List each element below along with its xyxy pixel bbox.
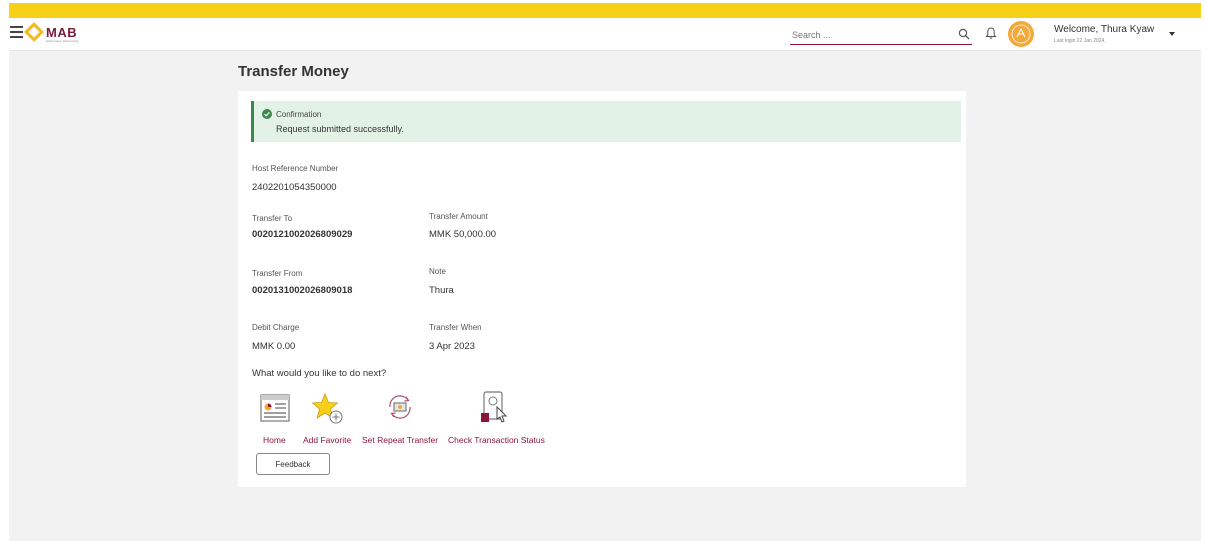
caret-down-icon[interactable] [1169, 32, 1175, 36]
transfer-when-label: Transfer When [429, 323, 482, 332]
avatar[interactable] [1008, 21, 1034, 47]
search-box [790, 25, 972, 45]
repeat-transfer-icon[interactable] [386, 393, 414, 421]
logo[interactable]: MAB better ways, better living [24, 22, 91, 45]
bell-icon[interactable] [984, 26, 998, 40]
search-icon[interactable] [958, 28, 970, 40]
star-add-icon[interactable] [311, 392, 343, 424]
logo-tagline: better ways, better living [46, 39, 79, 43]
search-input[interactable] [790, 26, 942, 44]
host-ref-value: 2402201054350000 [252, 182, 337, 193]
transfer-when-value: 3 Apr 2023 [429, 341, 475, 352]
avatar-emblem-icon [1011, 24, 1031, 44]
transfer-from-value: 0020131002026809018 [252, 285, 353, 296]
debit-charge-label: Debit Charge [252, 323, 300, 332]
host-ref-label: Host Reference Number [252, 164, 339, 173]
next-actions-title: What would you like to do next? [252, 368, 387, 379]
home-dashboard-icon[interactable] [260, 394, 290, 422]
transfer-amount-label: Transfer Amount [429, 212, 488, 221]
action-repeat-transfer-label[interactable]: Set Repeat Transfer [362, 435, 438, 445]
last-login-text: Last login 22 Jan 2024, [1054, 38, 1106, 44]
logo-diamond-icon [24, 22, 44, 42]
transfer-to-value: 0020121002026809029 [252, 229, 353, 240]
transfer-to-label: Transfer To [252, 214, 293, 223]
action-home-label[interactable]: Home [263, 435, 286, 445]
transfer-from-label: Transfer From [252, 269, 303, 278]
page-title: Transfer Money [238, 63, 349, 80]
debit-charge-value: MMK 0.00 [252, 341, 296, 352]
header: MAB better ways, better living Welcome, … [9, 18, 1201, 51]
confirmation-message: Request submitted successfully. [276, 124, 404, 134]
result-card: Confirmation Request submitted successfu… [238, 91, 966, 487]
feedback-button[interactable]: Feedback [256, 453, 330, 475]
transaction-status-icon[interactable] [480, 391, 510, 425]
check-circle-icon [262, 109, 272, 119]
app-frame: MAB better ways, better living Welcome, … [9, 3, 1201, 541]
confirmation-banner: Confirmation Request submitted successfu… [251, 101, 961, 142]
note-value: Thura [429, 285, 454, 296]
logo-text: MAB [46, 25, 78, 40]
transfer-amount-value: MMK 50,000.00 [429, 229, 497, 240]
action-add-favorite-label[interactable]: Add Favorite [303, 435, 351, 445]
welcome-text: Welcome, Thura Kyaw [1054, 24, 1155, 35]
confirmation-title: Confirmation [276, 110, 322, 119]
action-check-status-label[interactable]: Check Transaction Status [448, 435, 545, 445]
menu-icon[interactable] [10, 26, 23, 38]
note-label: Note [429, 267, 446, 276]
top-accent-bar [9, 3, 1201, 18]
